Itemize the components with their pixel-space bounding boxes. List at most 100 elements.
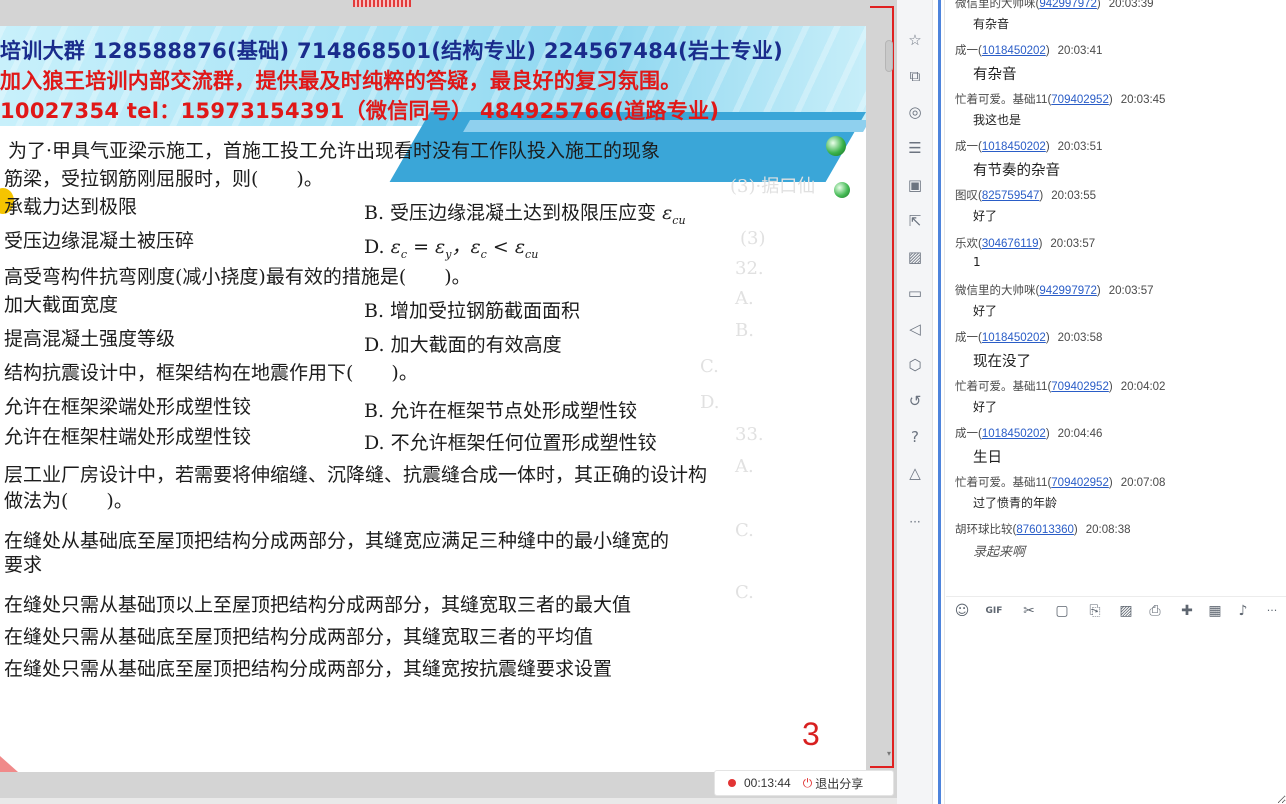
more-icon[interactable]: ··· <box>1262 601 1282 621</box>
green-bubble-icon <box>826 136 846 156</box>
share-frame <box>870 6 894 8</box>
option-b: B. 受压边缘混凝土达到极限压应变 εcu <box>364 202 686 227</box>
question-stem: 筋梁，受拉钢筋刚屈服时，则( )。 <box>4 168 323 190</box>
pin-icon[interactable]: ☆ <box>905 30 925 50</box>
chat-message-header: 忙着可爱。基础11(709402952) 20:04:02 <box>955 381 1166 393</box>
chat-message-text: 好了 <box>973 209 998 223</box>
gift-icon[interactable]: ✚ <box>1177 601 1197 621</box>
option-b: B. 增加受拉钢筋截面面积 <box>364 300 581 322</box>
share-control-bar: 00:13:44 ⏻ 退出分享 <box>714 770 894 796</box>
calendar-icon[interactable]: ▦ <box>1205 601 1225 621</box>
sender-uid-link[interactable]: 825759547 <box>982 190 1040 202</box>
chat-message-header: 忙着可爱。基础11(709402952) 20:07:08 <box>955 477 1166 489</box>
archive-icon[interactable]: ▭ <box>905 283 925 303</box>
message-time: 20:03:41 <box>1057 45 1103 57</box>
option-b: 在缝处只需从基础顶以上至屋顶把结构分成两部分，其缝宽取三者的最大值 <box>4 594 632 616</box>
chat-message-text: 生日 <box>973 450 1002 466</box>
sender-uid-link[interactable]: 304676119 <box>982 238 1039 250</box>
side-toolbar: ☆ ⧉ ◎ ☰ ▣ ⇱ ▨ ▭ ◁ ⬡ ↺ ? △ ··· <box>897 0 933 804</box>
chat-message-header: 微信里的大帅咪(942997972) 20:03:57 <box>955 285 1154 297</box>
sender-uid-link[interactable]: 709402952 <box>1051 381 1109 393</box>
message-time: 20:03:51 <box>1057 141 1103 153</box>
sender-uid-link[interactable]: 1018450202 <box>982 332 1046 344</box>
sender-name[interactable]: 忙着可爱。基础11 <box>955 477 1047 489</box>
history-icon[interactable]: ↺ <box>905 391 925 411</box>
exit-share-button[interactable]: ⏻ 退出分享 <box>803 775 864 792</box>
sender-uid-link[interactable]: 1018450202 <box>982 141 1046 153</box>
chat-message-text: 我这也是 <box>973 113 1022 127</box>
chat-message-text: 1 <box>973 255 981 269</box>
image-icon[interactable]: ▨ <box>1116 601 1136 621</box>
eraser-icon[interactable]: △ <box>905 463 925 483</box>
volume-icon[interactable]: ◁ <box>905 319 925 339</box>
image-gallery-icon[interactable]: ▣ <box>905 175 925 195</box>
exit-share-label: 退出分享 <box>815 776 864 791</box>
option-a: 承载力达到极限 <box>4 196 138 218</box>
option-a: 允许在框架梁端处形成塑性铰 <box>4 396 252 418</box>
message-time: 20:03:57 <box>1108 285 1154 297</box>
emoji-icon[interactable]: ☺ <box>952 601 972 621</box>
banner-line-1: 培训大群 128588876(基础) 714868501(结构专业) 22456… <box>0 39 784 63</box>
sender-name[interactable]: 乐欢 <box>955 238 978 250</box>
scroll-down-icon[interactable]: ▾ <box>885 750 893 758</box>
sender-uid-link[interactable]: 942997972 <box>1039 285 1097 297</box>
gif-icon[interactable]: GIF <box>984 601 1004 621</box>
doc-icon[interactable]: ⎘ <box>1085 601 1105 621</box>
chat-message-header: 乐欢(304676119) 20:03:57 <box>955 238 1096 250</box>
more-icon[interactable]: ··· <box>905 512 925 532</box>
option-c: 受压边缘混凝土被压碎 <box>4 230 195 252</box>
sender-uid-link[interactable]: 709402952 <box>1051 477 1109 489</box>
shapes-icon[interactable]: ◎ <box>905 102 925 122</box>
chat-message-header: 微信里的大帅咪(942997972) 20:03:39 <box>955 0 1154 10</box>
chat-message-text: 好了 <box>973 304 998 318</box>
scrollbar-thumb[interactable] <box>885 40 893 72</box>
sliders-icon[interactable]: ☰ <box>905 138 925 158</box>
help-icon[interactable]: ? <box>905 427 925 447</box>
chat-message-text: 好了 <box>973 400 998 414</box>
sender-name[interactable]: 成一 <box>955 428 978 440</box>
message-time: 20:04:02 <box>1120 381 1166 393</box>
chat-message-text: 录起来啊 <box>973 545 1026 560</box>
print-icon[interactable]: ⎙ <box>1145 601 1165 621</box>
folder-icon[interactable]: ▢ <box>1052 601 1072 621</box>
chat-message-text: 有杂音 <box>973 17 1010 31</box>
recording-dot-icon <box>728 779 736 787</box>
power-icon: ⏻ <box>802 775 813 790</box>
sender-uid-link[interactable]: 1018450202 <box>982 45 1046 57</box>
sender-name[interactable]: 成一 <box>955 141 978 153</box>
bell-icon[interactable]: ♪ <box>1233 601 1253 621</box>
screenshot-icon[interactable]: ⧉ <box>905 66 925 86</box>
sender-name[interactable]: 胡环球比较 <box>955 524 1013 536</box>
option-d: D. εc = εy，εc < εcu <box>364 236 539 261</box>
sender-name[interactable]: 忙着可爱。基础11 <box>955 94 1047 106</box>
green-bubble-icon <box>834 182 850 198</box>
sender-uid-link[interactable]: 942997972 <box>1039 0 1097 10</box>
sender-name[interactable]: 微信里的大帅咪 <box>955 285 1036 297</box>
shield-icon[interactable]: ⬡ <box>905 355 925 375</box>
sender-uid-link[interactable]: 876013360 <box>1016 524 1074 536</box>
share-timer: 00:13:44 <box>744 776 791 790</box>
chat-input[interactable] <box>946 626 1286 804</box>
option-d: D. 加大截面的有效高度 <box>364 334 562 356</box>
question-stem: 高受弯构件抗弯刚度(减小挠度)最有效的措施是( )。 <box>4 266 471 288</box>
picture-icon[interactable]: ▨ <box>905 247 925 267</box>
share-out-icon[interactable]: ⇱ <box>905 211 925 231</box>
chat-message-header: 成一(1018450202) 20:03:51 <box>955 141 1103 153</box>
sender-uid-link[interactable]: 709402952 <box>1051 94 1109 106</box>
message-time: 20:03:39 <box>1108 0 1154 10</box>
sender-uid-link[interactable]: 1018450202 <box>982 428 1046 440</box>
question-stem-cont: 做法为( )。 <box>4 490 133 512</box>
sender-name[interactable]: 忙着可爱。基础11 <box>955 381 1047 393</box>
option-c: 在缝处只需从基础底至屋顶把结构分成两部分，其缝宽取三者的平均值 <box>4 626 594 648</box>
panel-divider[interactable] <box>938 0 941 804</box>
sender-name[interactable]: 微信里的大帅咪 <box>955 0 1036 10</box>
sender-name[interactable]: 图叹 <box>955 190 978 202</box>
option-d: 在缝处只需从基础底至屋顶把结构分成两部分，其缝宽按抗震缝要求设置 <box>4 658 613 680</box>
sender-name[interactable]: 成一 <box>955 332 978 344</box>
shared-screen-area: 培训大群 128588876(基础) 714868501(结构专业) 22456… <box>0 0 897 804</box>
message-time: 20:03:55 <box>1051 190 1097 202</box>
sender-name[interactable]: 成一 <box>955 45 978 57</box>
scissors-icon[interactable]: ✂ <box>1019 601 1039 621</box>
option-d: D. 不允许框架任何位置形成塑性铰 <box>364 432 657 454</box>
message-time: 20:03:58 <box>1057 332 1103 344</box>
